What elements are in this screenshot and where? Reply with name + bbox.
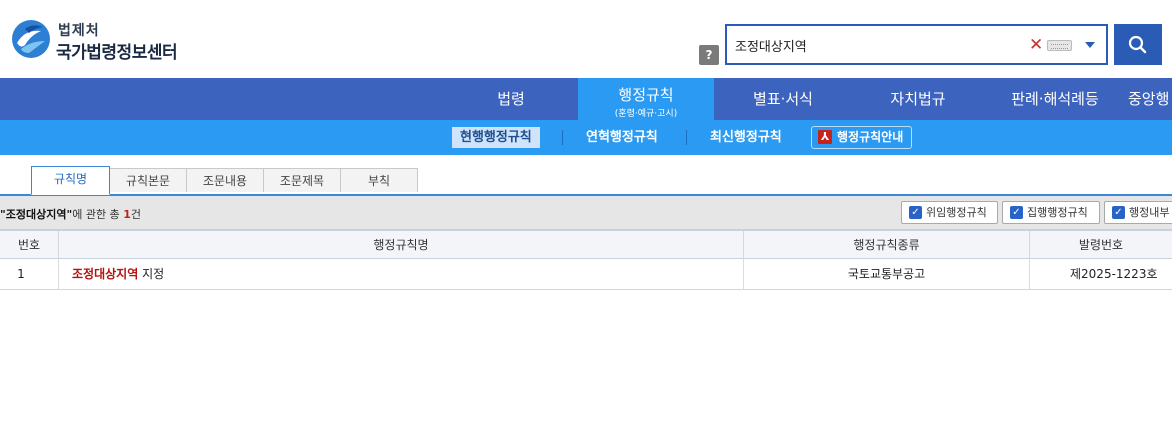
org-name: 법제처 [58,23,100,39]
nav-item-label: 행정규칙 [618,86,674,104]
filter-label: 행정내부 [1129,206,1170,219]
nav-item-label: 판례·해석례등 [1011,90,1099,108]
result-count: 1 [123,208,131,221]
search-button[interactable] [1114,24,1162,65]
main-nav: 법령 행정규칙 (훈령·예규·고시) 별표·서식 자치법규 판례·해석례등 중앙… [0,78,1172,120]
admin-rules-guide-button[interactable]: ⅄ 행정규칙안내 [811,126,913,149]
rule-name-rest: 지정 [138,267,165,281]
subnav-divider [562,130,563,145]
nav-item-local-laws[interactable]: 자치법규 [873,78,963,120]
tab-rule-body[interactable]: 규칙본문 [109,168,187,192]
clear-icon[interactable]: ✕ [1029,34,1043,56]
table-header: 번호 행정규칙명 행정규칙종류 발령번호 [0,230,1172,259]
nav-item-sublabel: (훈령·예규·고시) [614,109,678,119]
search-icon [1128,35,1147,54]
nav-item-label: 중앙행 [1128,90,1170,108]
subnav-item-latest[interactable]: 최신행정규칙 [710,127,782,148]
filter-label: 집행행정규칙 [1027,206,1088,219]
guide-label: 행정규칙안내 [837,130,904,144]
result-summary: "조정대상지역"에 관한 총 1건 [0,206,141,222]
rule-type: 국토교통부공고 [744,259,1030,289]
site-title[interactable]: 국가법령정보센터 [56,38,178,63]
result-unit: 건 [130,208,141,221]
filter-executive-rules[interactable]: ✓ 집행행정규칙 [1002,201,1100,224]
nav-item-label: 법령 [497,90,525,108]
search-tabs: 규칙명 규칙본문 조문내용 조문제목 부칙 [0,166,1172,195]
tab-addenda[interactable]: 부칙 [340,168,418,192]
header: 법제처 국가법령정보센터 ? ✕ [0,0,1172,78]
chevron-down-icon[interactable] [1085,42,1095,48]
row-number: 1 [0,259,59,289]
checkbox-checked-icon[interactable]: ✓ [909,206,922,219]
nav-item-tables-forms[interactable]: 별표·서식 [738,78,828,120]
rule-name-link[interactable]: 조정대상지역 지정 [59,259,744,289]
subnav-item-history[interactable]: 연혁행정규칙 [586,127,658,148]
checkbox-checked-icon[interactable]: ✓ [1010,206,1023,219]
checkbox-checked-icon[interactable]: ✓ [1112,206,1125,219]
filter-label: 위임행정규칙 [926,206,987,219]
pdf-icon: ⅄ [818,129,832,144]
tab-article-content[interactable]: 조문내용 [186,168,264,192]
tab-rule-name[interactable]: 규칙명 [31,166,110,195]
nav-item-central[interactable]: 중앙행 [1128,78,1172,120]
search-input[interactable] [735,35,1015,55]
filter-internal-rules[interactable]: ✓ 행정내부 [1104,201,1172,224]
column-header-order-number: 발령번호 [1078,238,1124,252]
subnav-item-current[interactable]: 현행행정규칙 [452,127,540,148]
table-row: 1 조정대상지역 지정 국토교통부공고 제2025-1223호 [0,259,1172,290]
tab-article-title[interactable]: 조문제목 [263,168,341,192]
keyboard-icon[interactable] [1047,40,1072,51]
logo-icon[interactable] [11,19,51,59]
nav-item-label: 별표·서식 [753,90,813,108]
nav-item-laws[interactable]: 법령 [466,78,556,120]
order-number: 제2025-1223호 [1070,267,1158,281]
help-button[interactable]: ? [699,45,719,65]
column-header-rule-type: 행정규칙종류 [744,231,1030,259]
column-header-number: 번호 [0,231,59,259]
result-bar: "조정대상지역"에 관한 총 1건 ✓ 위임행정규칙 ✓ 집행행정규칙 ✓ 행정내부 [0,196,1172,230]
nav-item-label: 자치법규 [890,90,946,108]
rule-name-highlight: 조정대상지역 [72,267,139,281]
column-header-rule-name: 행정규칙명 [59,231,744,259]
sub-nav: 현행행정규칙 연혁행정규칙 최신행정규칙 ⅄ 행정규칙안내 [0,120,1172,155]
search-box: ✕ [725,24,1108,65]
nav-item-precedents[interactable]: 판례·해석례등 [1000,78,1110,120]
subnav-divider [686,130,687,145]
filter-delegated-rules[interactable]: ✓ 위임행정규칙 [901,201,998,224]
nav-item-admin-rules[interactable]: 행정규칙 (훈령·예규·고시) [578,78,714,120]
result-keyword: 조정대상지역 [5,208,67,221]
result-middle: 에 관한 총 [72,208,124,221]
